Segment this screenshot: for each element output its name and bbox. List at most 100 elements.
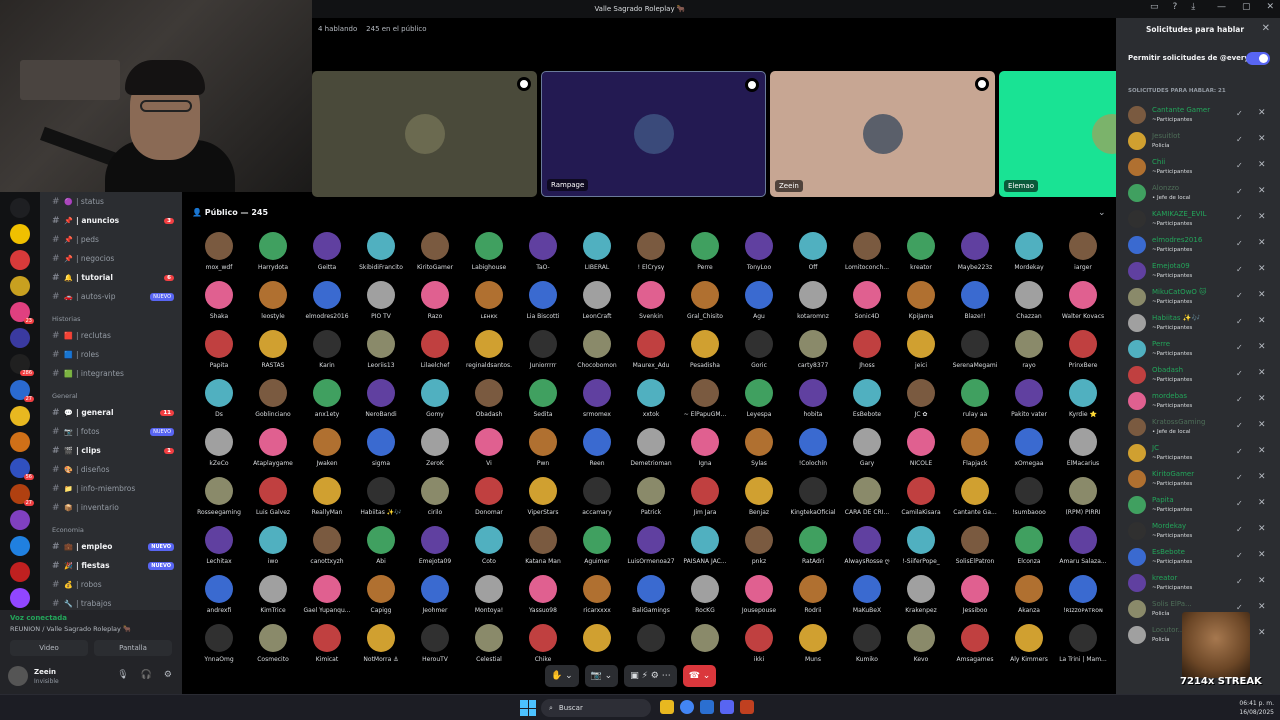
audience-member[interactable]: Celestial [462,624,516,673]
headphones-icon[interactable]: 🎧 [141,670,152,680]
audience-member[interactable]: Aly Kimmers [1002,624,1056,673]
speaker-tile[interactable]: Rampage [541,71,766,197]
audience-member[interactable]: Akanza [1002,575,1056,624]
audience-member[interactable]: KingtekaOficial [786,477,840,526]
audience-member[interactable]: Flapjack [948,428,1002,477]
server-icon[interactable]: 56 [10,458,34,480]
channel-item[interactable]: # 💰 | robos [40,575,182,594]
audience-member[interactable]: Kevo [894,624,948,673]
audience-member[interactable]: Pesadisha [678,330,732,379]
dismiss-request-icon[interactable]: ✕ [1258,212,1266,222]
dismiss-request-icon[interactable]: ✕ [1258,290,1266,300]
category-header[interactable]: Historias [40,306,182,326]
audience-member[interactable]: RatAdri [786,526,840,575]
audience-member[interactable]: jeici [894,330,948,379]
audience-member[interactable]: MaKuBeX [840,575,894,624]
speaker-tile[interactable]: Zeein [770,71,995,197]
audience-member[interactable]: ~ ElPapuGM... [678,379,732,428]
audience-member[interactable]: Jousepouse [732,575,786,624]
accept-request-icon[interactable]: ✓ [1236,369,1243,378]
audience-member[interactable]: Kimicat [300,624,354,673]
audience-member[interactable]: Perre [678,232,732,281]
audience-member[interactable]: canottxyzh [300,526,354,575]
audience-member[interactable]: Harrydota [246,232,300,281]
accept-request-icon[interactable]: ✓ [1236,447,1243,456]
audience-member[interactable]: Gael Yupanqu... [300,575,354,624]
speak-request-item[interactable]: JC ~Participantes ✓ ✕ [1128,442,1278,468]
audience-member[interactable]: hobita [786,379,840,428]
channel-item[interactable]: # 📁 | info-miembros [40,479,182,498]
speak-request-item[interactable]: Perre ~Participantes ✓ ✕ [1128,338,1278,364]
audience-member[interactable]: Rodrii [786,575,840,624]
audience-member[interactable]: leostyle [246,281,300,330]
audience-member[interactable]: Gomy [408,379,462,428]
server-icon[interactable] [10,198,30,218]
dismiss-request-icon[interactable]: ✕ [1258,316,1266,326]
audience-member[interactable]: RocKG [678,575,732,624]
channel-item[interactable]: # 🎉 | fiestas NUEVO [40,556,182,575]
server-icon[interactable] [10,432,30,452]
audience-member[interactable]: kZeCo [192,428,246,477]
accept-request-icon[interactable]: ✓ [1236,603,1243,612]
audience-member[interactable]: SerenaMegami [948,330,1002,379]
audience-member[interactable]: KimTrice [246,575,300,624]
speak-request-item[interactable]: Mordekay ~Participantes ✓ ✕ [1128,520,1278,546]
avatar[interactable] [8,666,28,686]
audience-member[interactable]: Jwaken [300,428,354,477]
audience-member[interactable]: Coto [462,526,516,575]
audience-member[interactable]: Pakito vater [1002,379,1056,428]
audience-member[interactable]: RASTAS [246,330,300,379]
accept-request-icon[interactable]: ✓ [1236,187,1243,196]
video-button[interactable]: Video [10,640,88,656]
server-icon[interactable] [10,588,30,608]
dismiss-request-icon[interactable]: ✕ [1258,420,1266,430]
speak-request-item[interactable]: Alonzzo • Jefe de local ✓ ✕ [1128,182,1278,208]
accept-request-icon[interactable]: ✓ [1236,239,1243,248]
channel-item[interactable]: # 🟥 | reclutas [40,326,182,345]
audience-member[interactable]: rayo [1002,330,1056,379]
audience-member[interactable]: Cantante Ga... [948,477,1002,526]
audience-member[interactable]: Sedita [516,379,570,428]
audience-member[interactable]: KpiJama [894,281,948,330]
audience-member[interactable]: Maybe223z [948,232,1002,281]
allow-requests-toggle[interactable] [1246,52,1270,65]
audience-member[interactable]: Vi [462,428,516,477]
dismiss-request-icon[interactable]: ✕ [1258,160,1266,170]
taskbar-search[interactable]: ⌕ Buscar [541,699,651,717]
accept-request-icon[interactable]: ✓ [1236,395,1243,404]
audience-member[interactable]: Chazzan [1002,281,1056,330]
speak-request-item[interactable]: KratossGaming • Jefe de local ✓ ✕ [1128,416,1278,442]
dismiss-request-icon[interactable]: ✕ [1258,628,1266,638]
server-icon[interactable]: 27 [10,484,34,506]
audience-member[interactable]: Agu [732,281,786,330]
audience-member[interactable]: Kyrdie ⭐ [1056,379,1110,428]
audience-member[interactable]: TaO- [516,232,570,281]
audience-member[interactable]: Maurex_Adu [624,330,678,379]
channel-item[interactable]: # 🟣 | status [40,192,182,211]
server-icon[interactable] [10,328,30,348]
speak-request-item[interactable]: Chii ~Participantes ✓ ✕ [1128,156,1278,182]
audience-member[interactable]: KiritoGamer [408,232,462,281]
audience-member[interactable]: Reen [570,428,624,477]
dismiss-request-icon[interactable]: ✕ [1258,186,1266,196]
audience-member[interactable]: ʟᴇʜᴋᴋ [462,281,516,330]
channel-item[interactable]: # 🚗 | autos-vip NUEVO [40,287,182,306]
dismiss-request-icon[interactable]: ✕ [1258,524,1266,534]
audience-member[interactable]: Sonic4D [840,281,894,330]
audience-member[interactable]: accamary [570,477,624,526]
channel-item[interactable]: # 🔔 | tutorial 6 [40,268,182,287]
audience-member[interactable]: ReallyMan [300,477,354,526]
dismiss-request-icon[interactable]: ✕ [1258,550,1266,560]
speak-request-item[interactable]: EsBebote ~Participantes ✓ ✕ [1128,546,1278,572]
channel-item[interactable]: # 🟦 | roles [40,345,182,364]
audience-member[interactable]: ! ElCrysy [624,232,678,281]
audience-member[interactable]: LIBERAL [570,232,624,281]
audience-member[interactable]: Jessiboo [948,575,1002,624]
speak-request-item[interactable]: Papita ~Participantes ✓ ✕ [1128,494,1278,520]
help-icon[interactable]: ? [1173,2,1178,12]
audience-member[interactable]: srmomex [570,379,624,428]
audience-member[interactable]: cirilo [408,477,462,526]
audience-member[interactable]: Blaze!! [948,281,1002,330]
camera-button[interactable]: 📷 ⌄ [584,665,619,687]
server-icon[interactable]: 23 [10,302,34,324]
